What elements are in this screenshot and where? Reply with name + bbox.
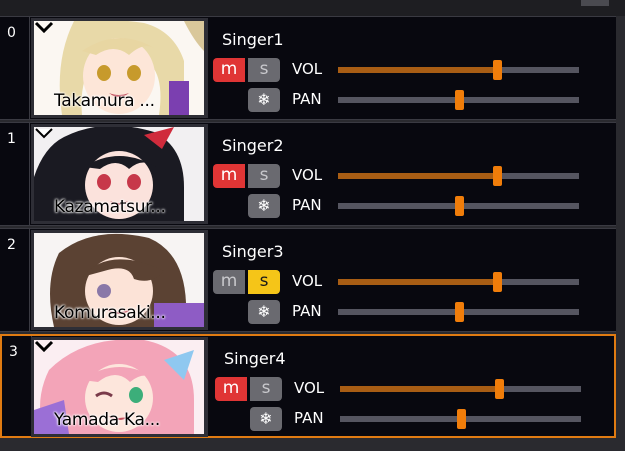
track-index: 1 xyxy=(0,123,30,225)
volume-slider-thumb[interactable] xyxy=(495,379,505,399)
track-index: 2 xyxy=(0,229,30,331)
solo-button[interactable]: s xyxy=(248,270,280,294)
chevron-down-icon[interactable] xyxy=(34,127,54,139)
volume-label: VOL xyxy=(292,272,323,290)
singer-selector[interactable]: Komurasaki... xyxy=(31,230,208,330)
pan-slider[interactable] xyxy=(338,90,579,110)
volume-label: VOL xyxy=(294,379,325,397)
snowflake-icon[interactable]: ❄ xyxy=(248,194,280,218)
singer-avatar: Kazamatsur... xyxy=(34,127,204,221)
pan-label: PAN xyxy=(292,90,322,108)
track-index: 0 xyxy=(0,17,30,119)
singer-name: Komurasaki... xyxy=(54,303,166,323)
volume-slider[interactable] xyxy=(338,272,579,292)
pan-slider-thumb[interactable] xyxy=(456,409,466,429)
pan-slider[interactable] xyxy=(338,196,579,216)
pan-label: PAN xyxy=(292,196,322,214)
volume-label: VOL xyxy=(292,166,323,184)
track-name[interactable]: Singer2 xyxy=(222,136,284,155)
chevron-down-icon[interactable] xyxy=(34,21,54,33)
mute-button[interactable]: m xyxy=(213,58,245,82)
singer-name: Kazamatsur... xyxy=(54,197,166,217)
volume-slider-thumb[interactable] xyxy=(493,166,503,186)
mute-button[interactable]: m xyxy=(215,377,247,401)
pan-slider-thumb[interactable] xyxy=(454,196,464,216)
track-row-selected[interactable]: 3 Yamada Ka... Singer4 m s ❄ VOL PAN xyxy=(0,334,616,438)
track-row[interactable]: 2 Komurasaki... Singer3 m s ❄ VOL PAN xyxy=(0,228,616,332)
singer-selector[interactable]: Kazamatsur... xyxy=(31,124,208,224)
singer-name: Takamura ... xyxy=(54,91,155,111)
pan-label: PAN xyxy=(292,302,322,320)
solo-button[interactable]: s xyxy=(248,58,280,82)
track-row[interactable]: 1 Kazamatsur... Singer2 m s ❄ VOL PAN xyxy=(0,122,616,226)
volume-slider[interactable] xyxy=(338,60,579,80)
pan-label: PAN xyxy=(294,409,324,427)
pan-slider-thumb[interactable] xyxy=(454,90,464,110)
volume-slider[interactable] xyxy=(340,379,581,399)
track-index: 3 xyxy=(2,336,32,436)
singer-avatar: Komurasaki... xyxy=(34,233,204,327)
mute-button[interactable]: m xyxy=(213,270,245,294)
track-row[interactable]: 0 Takamura ... Singer1 m s ❄ VOL PAN xyxy=(0,16,616,120)
singer-selector[interactable]: Takamura ... xyxy=(31,18,208,118)
chevron-down-icon[interactable] xyxy=(34,340,54,352)
snowflake-icon[interactable]: ❄ xyxy=(248,300,280,324)
volume-label: VOL xyxy=(292,60,323,78)
singer-selector[interactable]: Yamada Ka... xyxy=(31,337,208,437)
volume-slider-thumb[interactable] xyxy=(493,60,503,80)
solo-button[interactable]: s xyxy=(248,164,280,188)
volume-slider-thumb[interactable] xyxy=(493,272,503,292)
singer-avatar: Takamura ... xyxy=(34,21,204,115)
pan-slider-thumb[interactable] xyxy=(454,302,464,322)
track-name[interactable]: Singer3 xyxy=(222,242,284,261)
track-name[interactable]: Singer4 xyxy=(224,349,286,368)
pan-slider[interactable] xyxy=(338,302,579,322)
singer-avatar: Yamada Ka... xyxy=(34,340,204,434)
mute-button[interactable]: m xyxy=(213,164,245,188)
singer-name: Yamada Ka... xyxy=(54,410,160,430)
volume-slider[interactable] xyxy=(338,166,579,186)
solo-button[interactable]: s xyxy=(250,377,282,401)
scrollbar-thumb[interactable] xyxy=(581,0,609,6)
snowflake-icon[interactable]: ❄ xyxy=(250,407,282,431)
track-name[interactable]: Singer1 xyxy=(222,30,284,49)
pan-slider[interactable] xyxy=(340,409,581,429)
snowflake-icon[interactable]: ❄ xyxy=(248,88,280,112)
top-bar xyxy=(0,0,625,16)
